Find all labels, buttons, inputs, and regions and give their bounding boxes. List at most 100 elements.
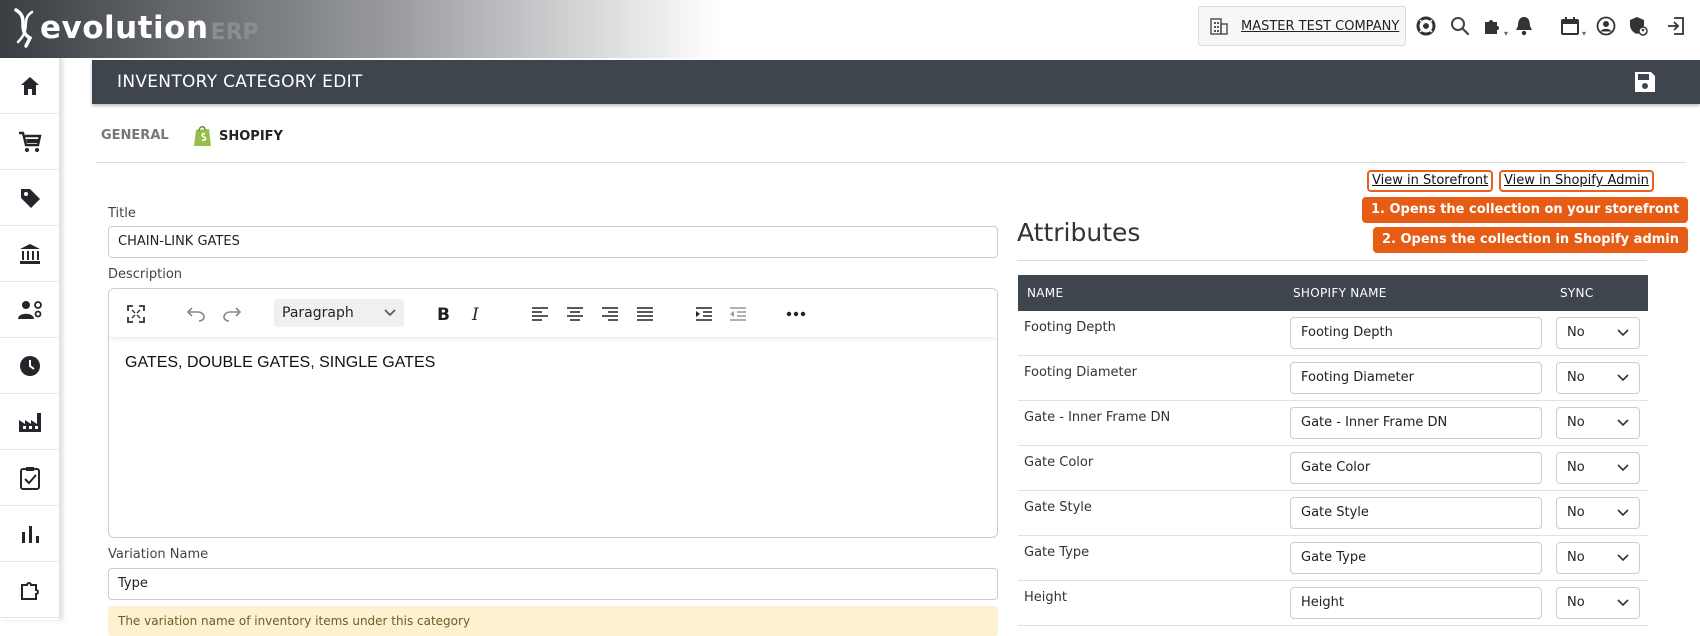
search-icon[interactable] [1448,14,1472,38]
table-row: Height Height No [1018,581,1648,626]
bold-button[interactable]: B [432,303,454,325]
storefront-tip: 1. Opens the collection on your storefro… [1362,197,1689,223]
chevron-down-icon [1617,329,1629,337]
indent-button[interactable] [693,303,715,325]
sidebar [0,58,60,620]
sync-select[interactable]: No [1556,452,1640,484]
view-shopify-admin-link[interactable]: View in Shopify Admin [1499,170,1654,192]
logo-main-text: evolution [40,10,209,46]
outdent-button[interactable] [727,303,749,325]
chevron-down-icon [1617,374,1629,382]
sync-value: No [1567,550,1585,565]
sync-select[interactable]: No [1556,317,1640,349]
tag-icon [21,188,40,208]
justify-button[interactable] [634,303,656,325]
variation-help-note: The variation name of inventory items un… [108,606,998,636]
shopify-bag-icon [194,126,211,146]
indent-icon [696,307,712,321]
sync-value: No [1567,595,1585,610]
company-name: MASTER TEST COMPANY [1241,18,1400,34]
sync-select[interactable]: No [1556,362,1640,394]
sync-value: No [1567,415,1585,430]
block-format-select[interactable]: Paragraph [274,299,404,327]
user-icon[interactable] [1594,14,1618,38]
sidebar-item-extensions[interactable] [0,562,60,618]
redo-button[interactable] [221,303,243,325]
shopify-name-input[interactable]: Gate Color [1290,452,1542,484]
sync-select[interactable]: No [1556,407,1640,439]
sidebar-item-inventory[interactable] [0,170,60,226]
users-settings-icon [18,300,42,319]
sidebar-item-time[interactable] [0,338,60,394]
shopify-name-input[interactable]: Footing Depth [1290,317,1542,349]
home-icon [21,76,39,95]
undo-icon [186,307,205,322]
tab-shopify-label: SHOPIFY [219,128,283,144]
sidebar-item-banking[interactable] [0,226,60,282]
bold-icon: B [437,305,450,323]
table-row: Gate - Inner Frame DN Gate - Inner Frame… [1018,401,1648,446]
logout-icon[interactable] [1664,14,1688,38]
align-left-button[interactable] [529,303,551,325]
logo-mark-icon [14,8,34,48]
building-icon [1210,18,1228,35]
variation-name-input[interactable]: Type [108,568,998,600]
view-storefront-link[interactable]: View in Storefront [1367,170,1494,192]
tab-general[interactable]: GENERAL [101,128,169,143]
sync-value: No [1567,325,1585,340]
more-button[interactable] [785,303,807,325]
sidebar-item-reports[interactable] [0,506,60,562]
title-input[interactable]: CHAIN-LINK GATES [108,226,998,258]
more-icon [786,311,806,317]
sync-select[interactable]: No [1556,542,1640,574]
italic-icon: I [471,305,479,323]
sync-value: No [1567,370,1585,385]
sidebar-item-tasks[interactable] [0,450,60,506]
save-button[interactable] [1634,71,1656,93]
italic-button[interactable]: I [466,303,488,325]
table-row: Gate Color Gate Color No [1018,446,1648,491]
top-bar: evolution ERP MASTER TEST COMPANY ▾ ▾ [0,0,1700,58]
sidebar-item-manufacturing[interactable] [0,394,60,450]
description-editor: Paragraph B I GATES, DOUBLE GATES, SINGL… [108,288,998,538]
chevron-down-icon [1617,464,1629,472]
attribute-name: Gate Type [1024,545,1090,560]
bell-icon[interactable] [1512,14,1536,38]
fullscreen-button[interactable] [125,303,147,325]
app-logo[interactable]: evolution ERP [12,6,259,50]
attribute-name: Gate Style [1024,500,1092,515]
sync-select[interactable]: No [1556,497,1640,529]
shield-user-icon[interactable] [1626,14,1650,38]
page-header: INVENTORY CATEGORY EDIT [92,60,1700,104]
sidebar-item-sales[interactable] [0,114,60,170]
puzzle-icon[interactable]: ▾ [1480,14,1508,38]
shopify-name-input[interactable]: Footing Diameter [1290,362,1542,394]
column-header-sync: SYNC [1560,286,1594,300]
puzzle-icon [21,581,39,600]
undo-button[interactable] [185,303,207,325]
block-format-value: Paragraph [282,305,354,321]
variation-name-label: Variation Name [108,547,209,562]
sidebar-item-hr[interactable] [0,282,60,338]
title-label: Title [108,206,136,221]
attribute-name: Footing Depth [1024,320,1116,335]
company-selector[interactable]: MASTER TEST COMPANY [1198,6,1406,46]
outdent-icon [730,307,746,321]
align-center-button[interactable] [564,303,586,325]
calendar-icon[interactable]: ▾ [1558,14,1586,38]
bar-chart-icon [22,525,39,543]
sync-select[interactable]: No [1556,587,1640,619]
editor-content[interactable]: GATES, DOUBLE GATES, SINGLE GATES [125,354,435,372]
fullscreen-icon [127,305,145,323]
lifebuoy-icon[interactable] [1414,14,1438,38]
sidebar-item-home[interactable] [0,58,60,114]
shopify-name-input[interactable]: Gate - Inner Frame DN [1290,407,1542,439]
shopify-name-input[interactable]: Gate Style [1290,497,1542,529]
chevron-down-icon [1617,419,1629,427]
shopify-name-input[interactable]: Height [1290,587,1542,619]
align-right-button[interactable] [599,303,621,325]
align-left-icon [532,307,548,321]
tab-shopify[interactable]: SHOPIFY [193,124,283,148]
shopify-admin-tip: 2. Opens the collection in Shopify admin [1373,227,1689,253]
shopify-name-input[interactable]: Gate Type [1290,542,1542,574]
